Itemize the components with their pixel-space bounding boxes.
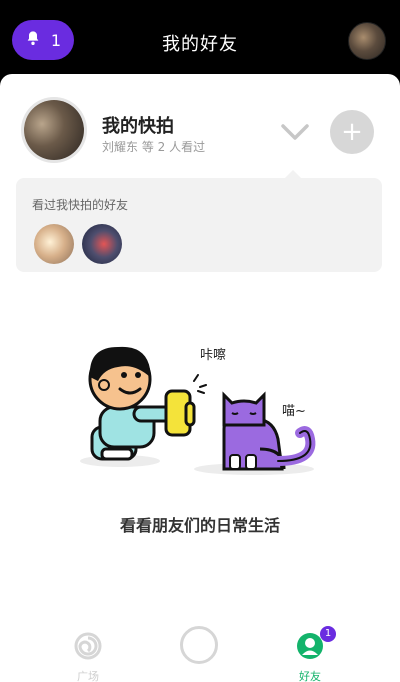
add-kuaipai-button[interactable]: + [330,110,374,154]
my-kuaipai-avatar[interactable] [24,100,84,160]
swirl-icon [74,632,102,664]
top-bar: 1 我的好友 [0,0,400,78]
tab-label: 广场 [77,670,99,682]
friends-badge: 1 [320,626,336,642]
avatar[interactable] [348,22,386,60]
main-sheet: 我的快拍 刘耀东 等 2 人看过 + 看过我快拍的好友 咔嚓 喵~ 看看朋友们的… [0,74,400,682]
friends-icon [296,633,324,664]
cat-sound-text: 喵~ [282,404,306,419]
my-kuaipai-title[interactable]: 我的快拍 [102,112,174,138]
viewers-label: 看过我快拍的好友 [32,198,129,212]
my-kuaipai-viewers-summary: 刘耀东 等 2 人看过 [102,140,206,154]
bottom-nav: 广场 1 好友 [0,622,400,682]
viewer-avatar[interactable] [34,224,74,264]
viewers-card: 看过我快拍的好友 [16,170,382,272]
viewer-avatar[interactable] [82,224,122,264]
tab-guangchang[interactable]: 广场 [58,632,118,682]
shutter-icon[interactable] [180,626,218,664]
empty-state-caption: 看看朋友们的日常生活 [119,516,280,535]
page-title: 我的好友 [162,34,238,55]
tab-friends[interactable]: 1 好友 [280,626,340,682]
tab-label: 好友 [299,670,321,682]
camera-sound-text: 咔嚓 [200,348,227,363]
chevron-down-icon[interactable] [280,120,310,144]
friends-page: 1 我的好友 我的快拍 刘耀东 等 2 人看过 + 看过我快拍的好友 咔嚓 喵~… [0,0,400,682]
